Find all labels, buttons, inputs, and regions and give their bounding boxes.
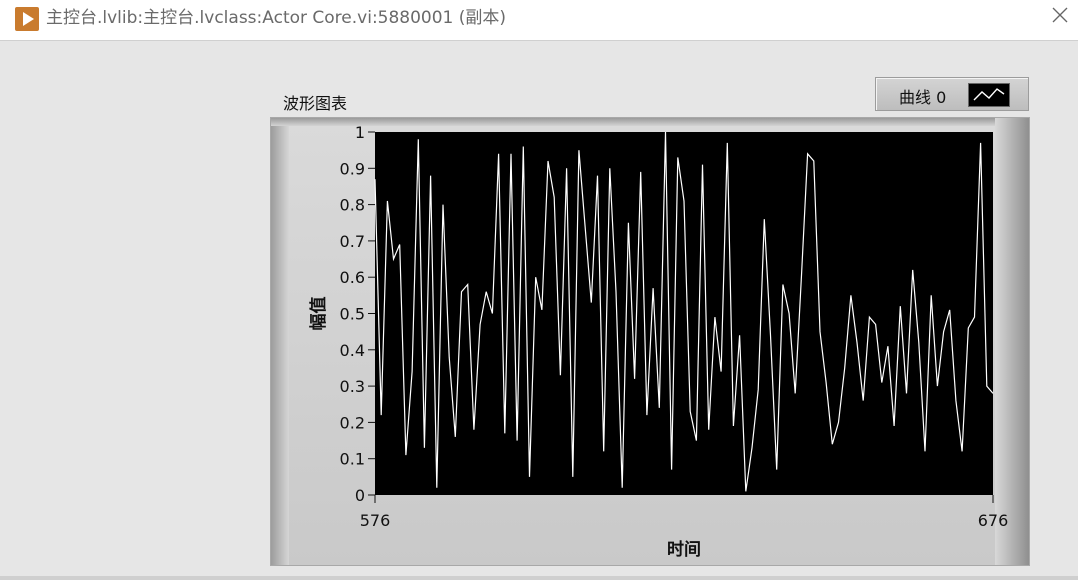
y-axis-label: 幅值 (308, 297, 329, 331)
close-icon (1052, 7, 1068, 23)
x-axis: 576 676 (360, 495, 1009, 530)
y-tick-label: 1 (355, 123, 365, 142)
y-tick-label: 0.6 (340, 268, 365, 287)
x-tick-label: 576 (360, 511, 391, 530)
y-tick-label: 0 (355, 486, 365, 505)
window-title: 主控台.lvlib:主控台.lvclass:Actor Core.vi:5880… (46, 8, 507, 28)
y-tick-label: 0.3 (340, 377, 365, 396)
x-tick-label: 676 (978, 511, 1009, 530)
chart-label: 波形图表 (283, 94, 348, 113)
y-tick-label: 0.4 (340, 341, 365, 360)
close-button[interactable] (1040, 0, 1078, 34)
y-axis: 0 0.1 0.2 0.3 0.4 0.5 0.6 0.7 0.8 0.9 1 (340, 123, 375, 505)
y-tick-label: 0.1 (340, 450, 365, 469)
x-axis-label: 时间 (667, 539, 701, 560)
y-tick-label: 0.9 (340, 159, 365, 178)
legend-plot-name: 曲线 0 (899, 88, 947, 107)
y-tick-label: 0.7 (340, 232, 365, 251)
y-tick-label: 0.8 (340, 196, 365, 215)
y-tick-label: 0.5 (340, 305, 365, 324)
plot-legend[interactable]: 曲线 0 (875, 77, 1029, 111)
labview-run-icon (15, 7, 39, 31)
y-tick-label: 0.2 (340, 413, 365, 432)
waveform-chart[interactable]: 00.10.20.30.40.50.60.70.80.91 576 676 幅值 … (270, 117, 1030, 566)
title-bar: 主控台.lvlib:主控台.lvclass:Actor Core.vi:5880… (0, 0, 1078, 40)
plot-line-swatch-icon (968, 83, 1010, 107)
window-bottom-edge (0, 576, 1078, 580)
